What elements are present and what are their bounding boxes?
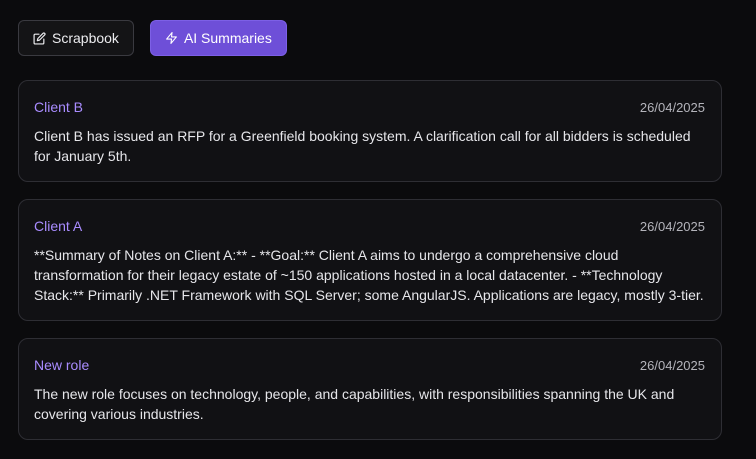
view-tabs: Scrapbook AI Summaries [18, 20, 722, 56]
client-name: Client A [34, 218, 83, 234]
summary-card[interactable]: Client A 26/04/2025 **Summary of Notes o… [18, 199, 722, 321]
card-header: Client B 26/04/2025 [34, 98, 705, 116]
edit-icon [33, 31, 46, 45]
tab-ai-summaries[interactable]: AI Summaries [149, 20, 287, 56]
card-header: Client A 26/04/2025 [34, 217, 705, 235]
summary-card[interactable]: Client B 26/04/2025 Client B has issued … [18, 80, 722, 182]
client-name: New role [34, 357, 90, 373]
card-header: New role 26/04/2025 [34, 356, 705, 374]
summary-date: 26/04/2025 [639, 218, 705, 234]
summary-text: The new role focuses on technology, peop… [34, 386, 675, 422]
summary-date: 26/04/2025 [639, 357, 705, 373]
summary-text: **Summary of Notes on Client A:** - **Go… [34, 247, 704, 303]
tab-ai-summaries-label: AI Summaries [183, 30, 272, 46]
summary-card[interactable]: New role 26/04/2025 The new role focuses… [18, 338, 722, 440]
lightning-icon [165, 31, 178, 45]
tab-scrapbook[interactable]: Scrapbook [18, 20, 134, 56]
summary-list: Client B 26/04/2025 Client B has issued … [18, 80, 722, 440]
client-name: Client B [34, 99, 84, 115]
app-root: Scrapbook AI Summaries Client B 26/04/20… [0, 0, 756, 459]
summary-date: 26/04/2025 [639, 99, 705, 115]
tab-scrapbook-label: Scrapbook [52, 30, 119, 46]
summary-text: Client B has issued an RFP for a Greenfi… [34, 128, 691, 164]
